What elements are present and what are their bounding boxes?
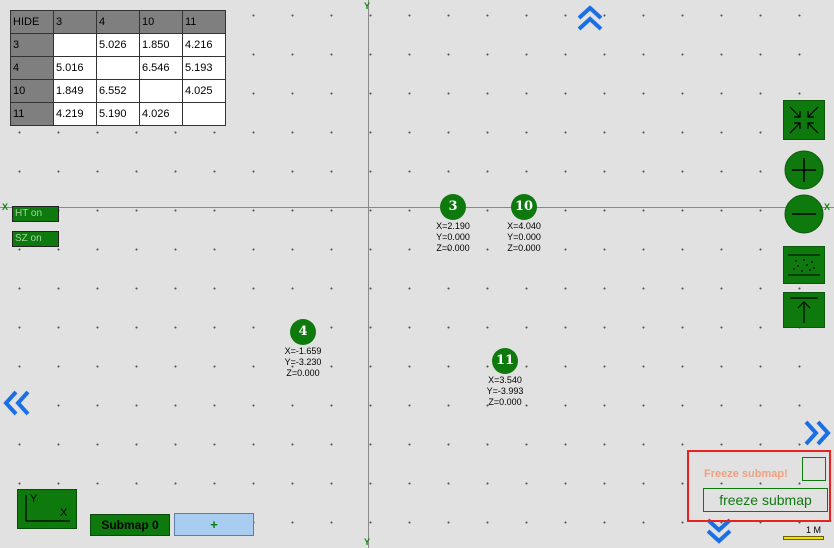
node-label: 3	[440, 194, 466, 220]
xy-icon-y-label: Y	[30, 493, 38, 505]
scale-label: 1 M	[806, 525, 822, 535]
freeze-checkbox[interactable]	[802, 457, 826, 481]
distance-cell: 1.850	[139, 33, 183, 57]
node-y: Y=-3.230	[284, 357, 322, 367]
distance-cell: 5.016	[53, 56, 97, 80]
distance-cell	[182, 102, 226, 126]
node-y: Y=-3.993	[486, 386, 524, 396]
anchor-node-4[interactable]: 4 X=-1.659 Y=-3.230 Z=0.000	[273, 319, 333, 378]
table-header-cell: 10	[139, 10, 183, 34]
distance-cell	[53, 33, 97, 57]
add-submap-button[interactable]: +	[174, 513, 254, 536]
anchor-node-10[interactable]: 10 X=4.040 Y=0.000 Z=0.000	[494, 194, 554, 253]
row-header-cell: 4	[10, 56, 54, 80]
node-z: Z=0.000	[488, 397, 522, 407]
node-y: Y=0.000	[436, 232, 470, 242]
node-x: X=4.040	[507, 221, 541, 231]
pan-up-icon[interactable]	[577, 4, 603, 32]
freeze-submap-button[interactable]: freeze submap	[703, 488, 828, 512]
distance-cell: 4.216	[182, 33, 226, 57]
y-axis-bottom-label: Y	[364, 537, 371, 547]
sz-toggle-button[interactable]: SZ on	[12, 231, 59, 247]
anchor-node-3[interactable]: 3 X=2.190 Y=0.000 Z=0.000	[423, 194, 483, 253]
table-row: 11 4.219 5.190 4.026	[10, 102, 226, 126]
table-header-cell: 11	[182, 10, 226, 34]
row-header-cell: 11	[10, 102, 54, 126]
zoom-in-icon[interactable]	[782, 150, 826, 190]
y-axis	[368, 0, 369, 548]
submap-button[interactable]: Submap 0	[90, 514, 170, 536]
fit-view-button[interactable]	[783, 100, 825, 140]
top-view-button[interactable]	[783, 292, 825, 328]
table-row: 3 5.026 1.850 4.216	[10, 33, 226, 57]
y-axis-top-label: Y	[364, 1, 371, 11]
distance-cell: 5.190	[96, 102, 140, 126]
table-header-cell: 3	[53, 10, 97, 34]
freeze-warning-label: Freeze submap!	[704, 468, 788, 480]
distance-cell	[139, 79, 183, 103]
pan-right-icon[interactable]	[802, 420, 832, 446]
node-z: Z=0.000	[507, 243, 541, 253]
node-label: 11	[492, 348, 518, 374]
scale-bar	[783, 536, 824, 540]
distance-cell: 4.025	[182, 79, 226, 103]
table-header-cell: 4	[96, 10, 140, 34]
x-axis	[0, 207, 834, 208]
node-x: X=-1.659	[284, 346, 322, 356]
x-axis-left-label: X	[2, 202, 9, 212]
row-header-cell: 10	[10, 79, 54, 103]
node-label: 10	[511, 194, 537, 220]
node-z: Z=0.000	[436, 243, 470, 253]
grid-dots-icon	[788, 254, 820, 276]
hide-table-button[interactable]: HIDE	[10, 10, 54, 34]
node-y: Y=0.000	[507, 232, 541, 242]
anchor-node-11[interactable]: 11 X=3.540 Y=-3.993 Z=0.000	[475, 348, 535, 407]
node-label: 4	[290, 319, 316, 345]
pan-left-icon[interactable]	[2, 390, 32, 416]
node-x: X=2.190	[436, 221, 470, 231]
distance-cell	[96, 56, 140, 80]
distance-cell: 4.219	[53, 102, 97, 126]
ht-toggle-button[interactable]: HT on	[12, 206, 59, 222]
distance-cell: 5.026	[96, 33, 140, 57]
distance-cell: 4.026	[139, 102, 183, 126]
distance-cell: 6.552	[96, 79, 140, 103]
table-row: 4 5.016 6.546 5.193	[10, 56, 226, 80]
row-header-cell: 3	[10, 33, 54, 57]
node-x: X=3.540	[488, 375, 522, 385]
table-header-row: HIDE 3 4 10 11	[10, 10, 226, 34]
arrow-up-to-line-icon	[790, 297, 818, 323]
axes-orientation-button[interactable]: Y X	[17, 489, 77, 529]
grid-toggle-button[interactable]	[783, 246, 825, 284]
xy-axes-icon: Y X	[25, 493, 70, 522]
xy-icon-x-label: X	[60, 507, 68, 519]
distance-cell: 1.849	[53, 79, 97, 103]
zoom-out-icon[interactable]	[782, 194, 826, 234]
distance-cell: 6.546	[139, 56, 183, 80]
distance-cell: 5.193	[182, 56, 226, 80]
table-row: 10 1.849 6.552 4.025	[10, 79, 226, 103]
distance-table: HIDE 3 4 10 11 3 5.026 1.850 4.216 4 5.0…	[10, 10, 226, 126]
collapse-arrows-icon	[789, 106, 819, 134]
node-z: Z=0.000	[286, 368, 320, 378]
